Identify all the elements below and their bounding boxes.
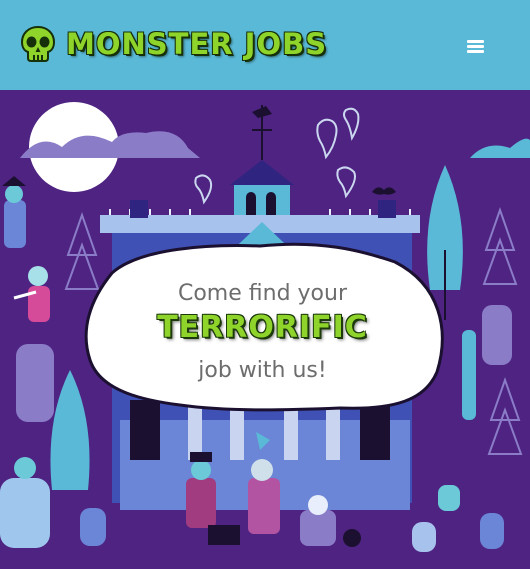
hero-banner: Come find your TERRORIFIC job with us! <box>0 90 530 569</box>
hamburger-menu-button[interactable] <box>458 30 492 62</box>
hero-line-1: Come find your <box>177 281 347 306</box>
menu-line <box>467 45 484 48</box>
navbar: MONSTER JOBS <box>0 0 530 90</box>
hamburger-menu-icon <box>467 40 484 43</box>
menu-line <box>467 50 484 53</box>
brand-title: MONSTER JOBS <box>66 27 328 61</box>
brand-link[interactable]: MONSTER JOBS <box>20 22 327 66</box>
speech-bubble: Come find your TERRORIFIC job with us! <box>85 238 440 413</box>
skull-icon <box>20 25 56 62</box>
hero-line-2: TERRORIFIC <box>157 310 368 345</box>
hero-line-3: job with us! <box>198 358 327 383</box>
